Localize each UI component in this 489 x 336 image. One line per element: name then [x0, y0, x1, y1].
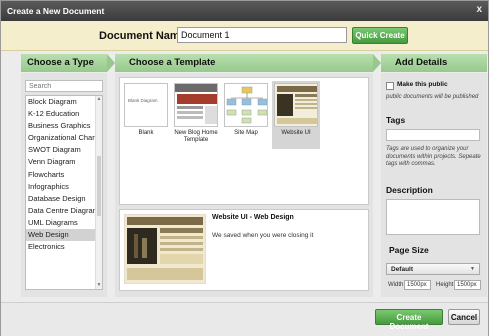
list-item[interactable]: K-12 Education — [26, 108, 102, 120]
scrollbar-thumb[interactable] — [97, 156, 101, 216]
template-thumbnail — [224, 83, 268, 127]
make-public-label: Make this public — [397, 81, 448, 88]
template-thumbnail: Blank Diagram — [124, 83, 168, 127]
height-input[interactable]: 1500px — [454, 280, 481, 290]
document-name-label: Document Name — [99, 30, 186, 42]
list-item[interactable]: Business Graphics — [26, 120, 102, 132]
blog-template-preview-icon — [175, 84, 217, 124]
page-size-value: Default — [391, 266, 414, 273]
site-map-preview-icon — [226, 86, 267, 124]
template-blog-home[interactable]: New Blog Home Template — [172, 83, 220, 144]
preview-description: We saved when you were closing it — [212, 232, 314, 239]
list-item[interactable]: SWOT Diagram — [26, 144, 102, 156]
list-item[interactable]: Venn Diagram — [26, 156, 102, 168]
section-arrow-icon — [373, 54, 381, 72]
type-list[interactable]: Block Diagram K-12 Education Business Gr… — [25, 95, 103, 290]
tags-input[interactable] — [386, 129, 480, 141]
template-label: Blank — [138, 130, 154, 136]
template-label: Site Map — [234, 130, 258, 136]
template-site-map[interactable]: Site Map — [222, 83, 270, 137]
website-ui-preview-icon — [275, 84, 317, 126]
type-list-scrollbar[interactable]: ▲ ▼ — [95, 96, 102, 289]
document-name-bar: Document Name Quick Create — [1, 21, 488, 51]
choose-type-header: Choose a Type — [21, 54, 107, 72]
template-label: Website UI — [281, 130, 311, 136]
width-input[interactable]: 1500px — [404, 280, 431, 290]
list-item[interactable]: Infographics — [26, 181, 102, 193]
close-icon[interactable]: x — [476, 4, 482, 15]
chevron-down-icon: ▼ — [470, 266, 475, 272]
create-document-dialog: Create a New Document x Document Name Qu… — [0, 0, 489, 336]
list-item[interactable]: Database Design — [26, 193, 102, 205]
page-size-select[interactable]: Default ▼ — [386, 263, 480, 275]
tags-label: Tags — [386, 115, 406, 125]
create-document-button[interactable]: Create Document — [375, 309, 443, 331]
template-website-ui[interactable]: Website UI — [272, 81, 320, 149]
section-arrow-icon — [107, 54, 115, 72]
height-label: Height — [436, 282, 454, 288]
cancel-button[interactable]: Cancel — [448, 309, 480, 325]
quick-create-button[interactable]: Quick Create — [352, 27, 408, 44]
preview-title: Website UI - Web Design — [212, 214, 294, 221]
choose-template-header: Choose a Template — [115, 54, 373, 72]
list-item[interactable]: Data Centre Diagrams — [26, 205, 102, 217]
add-details-header: Add Details — [381, 54, 487, 72]
preview-image — [124, 214, 206, 284]
make-public-checkbox[interactable] — [386, 82, 394, 90]
template-preview: Website UI - Web Design We saved when yo… — [119, 209, 369, 291]
list-item-selected[interactable]: Web Design — [26, 229, 102, 242]
scroll-down-icon[interactable]: ▼ — [96, 282, 102, 289]
template-grid: Blank Diagram Blank New Blog Home Templa… — [119, 77, 369, 205]
list-item[interactable]: UML Diagrams — [26, 217, 102, 229]
tags-note: Tags are used to organize your documents… — [386, 146, 481, 167]
scroll-up-icon[interactable]: ▲ — [96, 96, 102, 103]
thumbnail-text: Blank Diagram — [128, 98, 158, 103]
template-label: New Blog Home Template — [174, 130, 218, 143]
list-item[interactable]: Electronics — [26, 241, 102, 253]
list-item[interactable]: Organizational Charts — [26, 132, 102, 144]
template-blank[interactable]: Blank Diagram Blank — [122, 83, 170, 137]
dialog-title: Create a New Document — [7, 6, 105, 16]
description-input[interactable] — [386, 199, 480, 235]
list-item[interactable]: Flowcharts — [26, 169, 102, 181]
make-public-note: public documents will be published — [386, 94, 479, 100]
template-thumbnail — [274, 83, 318, 127]
list-item[interactable]: Block Diagram — [26, 96, 102, 108]
document-name-input[interactable] — [177, 27, 347, 43]
title-bar: Create a New Document x — [1, 1, 488, 21]
width-label: Width — [388, 282, 404, 288]
template-thumbnail — [174, 83, 218, 127]
page-size-label: Page Size — [389, 245, 429, 255]
type-search-input[interactable] — [25, 80, 103, 92]
description-label: Description — [386, 185, 433, 195]
